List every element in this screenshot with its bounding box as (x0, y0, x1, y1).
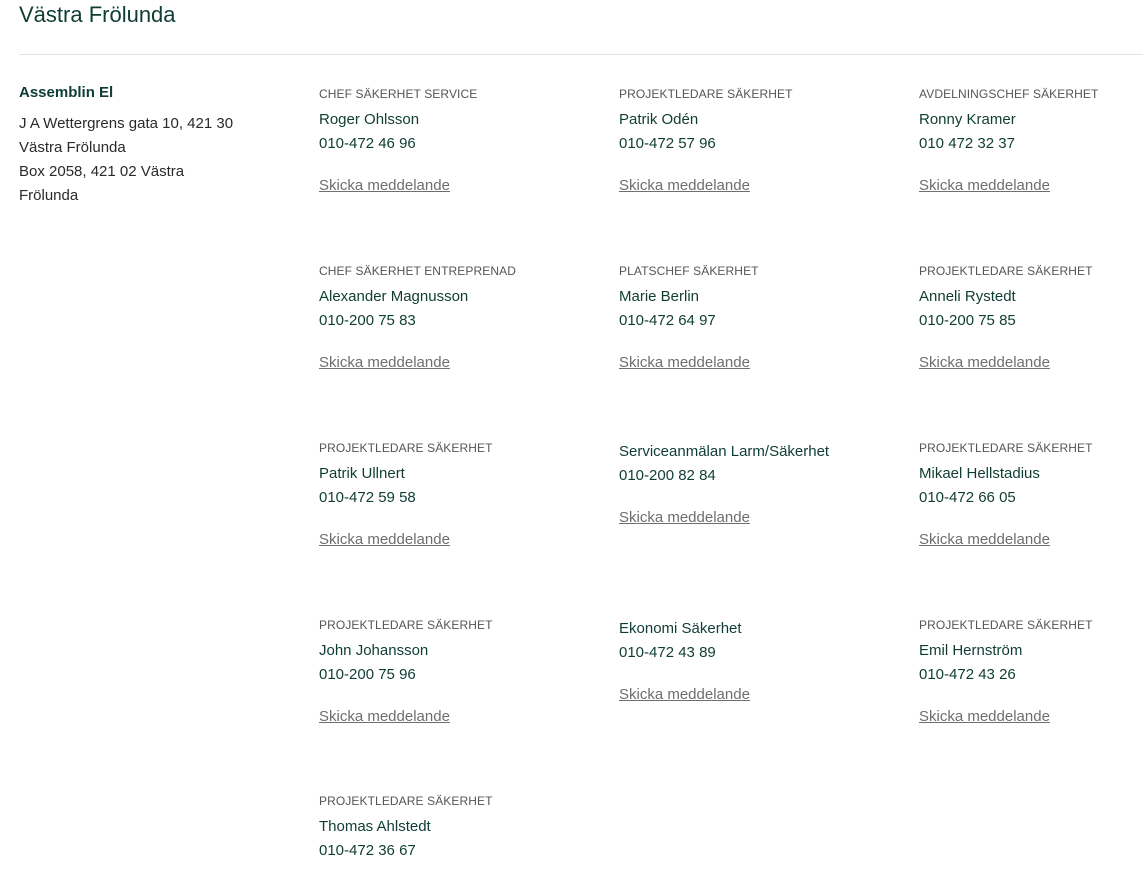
contact-name: Roger Ohlsson (319, 111, 420, 128)
contact-phone: 010-472 57 96 (619, 135, 716, 152)
contact-role: PROJEKTLEDARE SÄKERHET (919, 441, 1093, 455)
contact-name: Emil Hernström (919, 642, 1023, 659)
contact-phone: 010-200 75 96 (319, 666, 416, 683)
page-title: Västra Frölunda (19, 2, 176, 27)
contact-card: PROJEKTLEDARE SÄKERHET Patrik Ullnert 01… (319, 440, 579, 550)
contact-card: CHEF SÄKERHET SERVICE Roger Ohlsson 010-… (319, 86, 579, 196)
contact-name: Ronny Kramer (919, 111, 1016, 128)
contact-role: CHEF SÄKERHET ENTREPRENAD (319, 264, 516, 278)
company-name: Assemblin El (19, 84, 114, 101)
contact-name: Mikael Hellstadius (919, 465, 1040, 482)
send-message-link[interactable]: Skicka meddelande (319, 530, 450, 550)
send-message-link[interactable]: Skicka meddelande (919, 530, 1050, 550)
address-line: Box 2058, 421 02 Västra (19, 163, 185, 180)
contact-role: CHEF SÄKERHET SERVICE (319, 87, 478, 101)
contact-name: John Johansson (319, 642, 429, 659)
send-message-link[interactable]: Skicka meddelande (319, 353, 450, 373)
contact-phone: 010-472 36 67 (319, 842, 416, 859)
contact-card: PROJEKTLEDARE SÄKERHET John Johansson 01… (319, 617, 579, 727)
contact-phone: 010-200 82 84 (619, 467, 716, 484)
contact-card: CHEF SÄKERHET ENTREPRENAD Alexander Magn… (319, 263, 579, 373)
contact-name: Patrik Ullnert (319, 465, 405, 482)
contact-card: PLATSCHEF SÄKERHET Marie Berlin 010-472 … (619, 263, 879, 373)
contact-role: AVDELNINGSCHEF SÄKERHET (919, 87, 1099, 101)
contact-phone: 010-472 66 05 (919, 489, 1016, 506)
contact-phone: 010-472 59 58 (319, 489, 416, 506)
company-address: J A Wettergrens gata 10, 421 30 Västra F… (19, 112, 279, 208)
contact-role: PROJEKTLEDARE SÄKERHET (319, 618, 493, 632)
send-message-link[interactable]: Skicka meddelande (919, 353, 1050, 373)
contact-phone: 010 472 32 37 (919, 135, 1015, 152)
contact-card: Serviceanmälan Larm/Säkerhet 010-200 82 … (619, 440, 879, 528)
contact-role: PROJEKTLEDARE SÄKERHET (619, 87, 793, 101)
contact-role: PROJEKTLEDARE SÄKERHET (319, 794, 493, 808)
contact-card: PROJEKTLEDARE SÄKERHET Thomas Ahlstedt 0… (319, 793, 579, 863)
send-message-link[interactable]: Skicka meddelande (619, 508, 750, 528)
contact-card: PROJEKTLEDARE SÄKERHET Anneli Rystedt 01… (919, 263, 1139, 373)
contact-phone: 010-200 75 83 (319, 312, 416, 329)
contact-phone: 010-200 75 85 (919, 312, 1016, 329)
contact-phone: 010-472 43 26 (919, 666, 1016, 683)
contact-name: Patrik Odén (619, 111, 699, 128)
contact-card: PROJEKTLEDARE SÄKERHET Emil Hernström 01… (919, 617, 1139, 727)
contact-card: PROJEKTLEDARE SÄKERHET Patrik Odén 010-4… (619, 86, 879, 196)
send-message-link[interactable]: Skicka meddelande (619, 685, 750, 705)
send-message-link[interactable]: Skicka meddelande (619, 353, 750, 373)
contact-name: Anneli Rystedt (919, 288, 1016, 305)
contact-name: Thomas Ahlstedt (319, 818, 431, 835)
contact-phone: 010-472 64 97 (619, 312, 716, 329)
contact-card: AVDELNINGSCHEF SÄKERHET Ronny Kramer 010… (919, 86, 1139, 196)
contact-role: PLATSCHEF SÄKERHET (619, 264, 759, 278)
contact-card: Ekonomi Säkerhet 010-472 43 89 Skicka me… (619, 617, 879, 705)
header-divider (19, 54, 1143, 55)
send-message-link[interactable]: Skicka meddelande (919, 707, 1050, 727)
contact-card: PROJEKTLEDARE SÄKERHET Mikael Hellstadiu… (919, 440, 1139, 550)
address-line: J A Wettergrens gata 10, 421 30 (19, 115, 234, 132)
contact-phone: 010-472 43 89 (619, 644, 716, 661)
send-message-link[interactable]: Skicka meddelande (319, 176, 450, 196)
contact-role: PROJEKTLEDARE SÄKERHET (319, 441, 493, 455)
contact-role: PROJEKTLEDARE SÄKERHET (919, 618, 1093, 632)
contact-name: Marie Berlin (619, 288, 700, 305)
send-message-link[interactable]: Skicka meddelande (919, 176, 1050, 196)
address-line: Västra Frölunda (19, 139, 126, 156)
send-message-link[interactable]: Skicka meddelande (619, 176, 750, 196)
contact-role: PROJEKTLEDARE SÄKERHET (919, 264, 1093, 278)
company-info: Assemblin El J A Wettergrens gata 10, 42… (19, 84, 279, 208)
contact-phone: 010-472 46 96 (319, 135, 416, 152)
contact-name: Serviceanmälan Larm/Säkerhet (619, 443, 830, 460)
contact-name: Alexander Magnusson (319, 288, 469, 305)
send-message-link[interactable]: Skicka meddelande (319, 707, 450, 727)
address-line: Frölunda (19, 187, 79, 204)
contact-name: Ekonomi Säkerhet (619, 620, 742, 637)
